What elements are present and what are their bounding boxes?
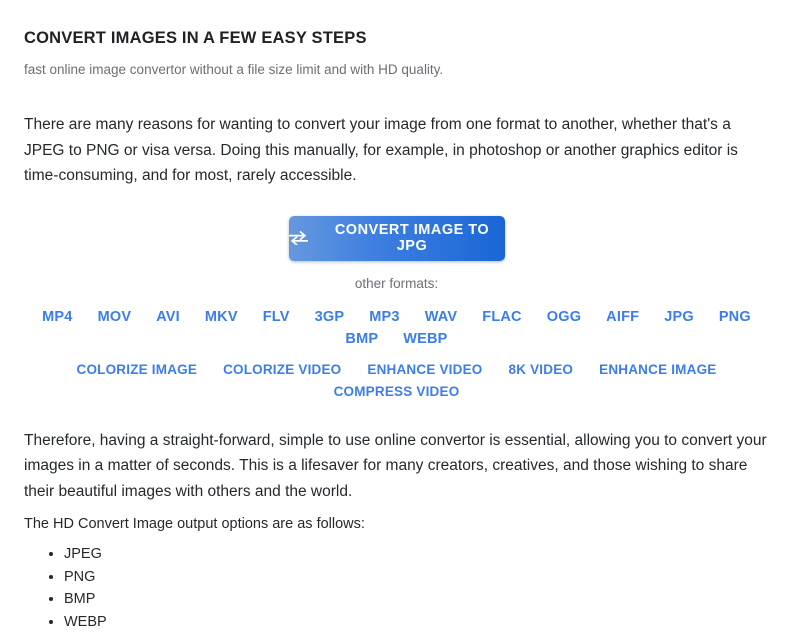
format-link[interactable]: MP4 xyxy=(42,306,72,328)
output-option-item: WEBP xyxy=(64,611,769,633)
page-title: CONVERT IMAGES IN A FEW EASY STEPS xyxy=(24,0,769,48)
tool-link[interactable]: ENHANCE VIDEO xyxy=(367,359,482,381)
cta-label: CONVERT IMAGE TO JPG xyxy=(320,222,505,254)
tool-link[interactable]: COMPRESS VIDEO xyxy=(334,381,460,403)
output-option-item: PNG xyxy=(64,566,769,589)
page-subtitle: fast online image convertor without a fi… xyxy=(24,48,769,79)
output-option-item: JPEG xyxy=(64,543,769,566)
format-link[interactable]: AVI xyxy=(156,306,180,328)
tool-links-row: COLORIZE IMAGE COLORIZE VIDEO ENHANCE VIDE… xyxy=(24,350,769,403)
tool-link[interactable]: ENHANCE IMAGE xyxy=(599,359,716,381)
output-options-list: JPEGPNGBMPWEBP xyxy=(24,543,769,633)
format-links-row: MP4 MOV AVI MKV FLV 3GP MP3 WAV FLAC OGG AIFF JPG PN… xyxy=(24,293,769,350)
tool-link[interactable]: COLORIZE IMAGE xyxy=(77,359,198,381)
format-link[interactable]: PNG xyxy=(719,306,751,328)
format-link[interactable]: AIFF xyxy=(606,306,639,328)
tool-link[interactable]: COLORIZE VIDEO xyxy=(223,359,341,381)
tool-link[interactable]: 8K VIDEO xyxy=(509,359,574,381)
format-link[interactable]: FLV xyxy=(263,306,290,328)
format-link[interactable]: WAV xyxy=(425,306,458,328)
output-option-item: BMP xyxy=(64,588,769,611)
format-link[interactable]: MP3 xyxy=(369,306,399,328)
links-spacer xyxy=(24,403,769,428)
article-page: CONVERT IMAGES IN A FEW EASY STEPS fast … xyxy=(0,0,793,568)
format-link[interactable]: OGG xyxy=(547,306,581,328)
swap-arrows-icon xyxy=(289,230,308,246)
format-link[interactable]: MKV xyxy=(205,306,238,328)
format-link[interactable]: 3GP xyxy=(315,306,345,328)
output-options-intro: The HD Convert Image output options are … xyxy=(24,504,769,535)
format-link[interactable]: JPG xyxy=(664,306,694,328)
convert-image-to-jpg-button[interactable]: CONVERT IMAGE TO JPG xyxy=(289,216,505,261)
other-formats-label: other formats: xyxy=(24,261,769,293)
format-link[interactable]: FLAC xyxy=(482,306,521,328)
format-link[interactable]: BMP xyxy=(345,328,378,350)
format-link[interactable]: WEBP xyxy=(403,328,447,350)
intro-paragraph: There are many reasons for wanting to co… xyxy=(24,79,769,189)
closing-paragraph: Therefore, having a straight-forward, si… xyxy=(24,428,769,505)
cta-container: CONVERT IMAGE TO JPG xyxy=(24,189,769,261)
format-link[interactable]: MOV xyxy=(98,306,132,328)
